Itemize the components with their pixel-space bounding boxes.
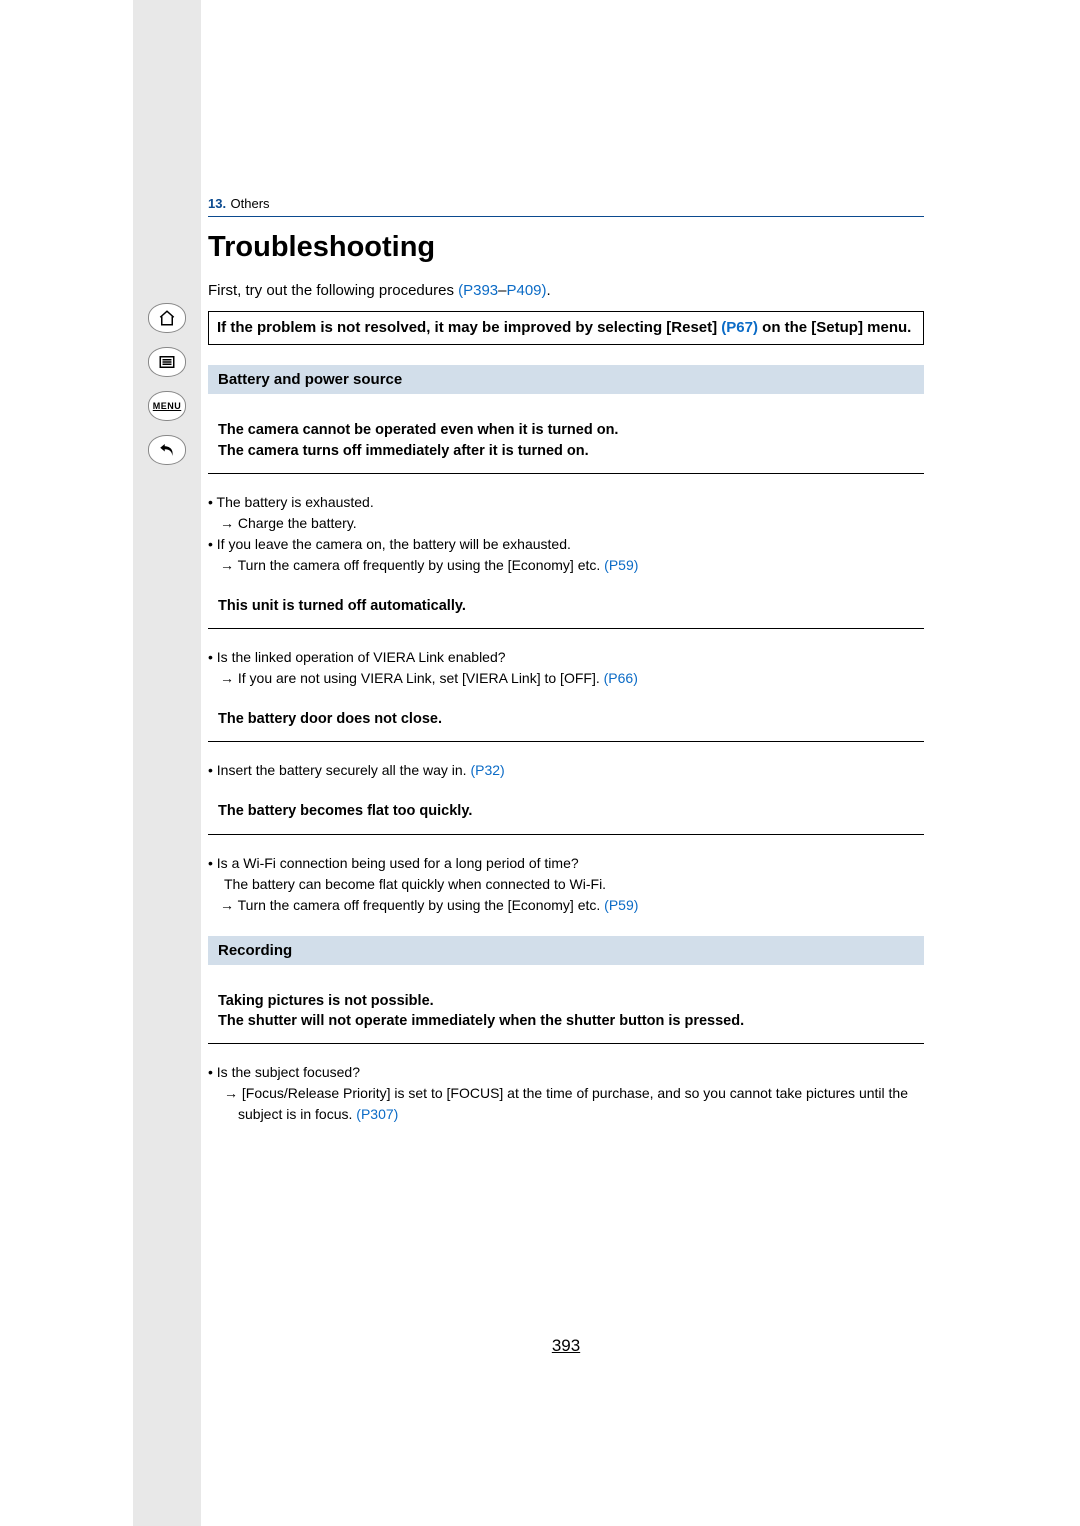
problem-line: The shutter will not operate immediately… xyxy=(218,1011,914,1031)
bullet-prefix: • Insert the battery securely all the wa… xyxy=(208,762,470,778)
arrow-text: → Charge the battery. xyxy=(208,513,924,534)
reset-note: If the problem is not resolved, it may b… xyxy=(208,311,924,345)
note-part2: on the [Setup] menu. xyxy=(758,319,911,336)
problem-line: The camera cannot be operated even when … xyxy=(218,420,914,440)
link-p307[interactable]: (P307) xyxy=(356,1106,398,1122)
intro-prefix: First, try out the following procedures xyxy=(208,282,458,299)
divider xyxy=(208,741,924,742)
arrow-text: → Turn the camera off frequently by usin… xyxy=(208,895,924,916)
problem-battery-door: The battery door does not close. xyxy=(218,709,914,729)
link-p67[interactable]: (P67) xyxy=(721,319,758,336)
toc-icon[interactable] xyxy=(148,347,186,377)
problem-line: The battery becomes flat too quickly. xyxy=(218,801,914,821)
section-recording: Recording xyxy=(208,936,924,965)
section-battery: Battery and power source xyxy=(208,365,924,394)
page-number: 393 xyxy=(208,1336,924,1356)
divider xyxy=(208,1043,924,1044)
note-part1: If the problem is not resolved, it may b… xyxy=(217,319,721,336)
arrow-prefix: → Turn the camera off frequently by usin… xyxy=(220,897,604,913)
answer-block: • The battery is exhausted. → Charge the… xyxy=(208,492,924,576)
divider xyxy=(208,834,924,835)
link-p409[interactable]: P409) xyxy=(506,282,546,299)
arrow-text: → Turn the camera off frequently by usin… xyxy=(208,555,924,576)
link-p393[interactable]: (P393 xyxy=(458,282,498,299)
problem-battery-flat: The battery becomes flat too quickly. xyxy=(218,801,914,821)
intro-suffix: . xyxy=(547,282,551,299)
menu-label: MENU xyxy=(153,401,182,411)
sidebar-nav: MENU xyxy=(148,303,186,465)
problem-taking-pictures: Taking pictures is not possible. The shu… xyxy=(218,991,914,1032)
bullet-text: • Is the linked operation of VIERA Link … xyxy=(208,647,924,668)
problem-line: The battery door does not close. xyxy=(218,709,914,729)
bullet-text: • Is the subject focused? xyxy=(208,1062,924,1083)
intro-text: First, try out the following procedures … xyxy=(208,282,924,299)
bullet-text: • If you leave the camera on, the batter… xyxy=(208,534,924,555)
problem-off-automatically: This unit is turned off automatically. xyxy=(218,596,914,616)
home-icon[interactable] xyxy=(148,303,186,333)
problem-line: This unit is turned off automatically. xyxy=(218,596,914,616)
arrow-text: → [Focus/Release Priority] is set to [FO… xyxy=(208,1083,924,1125)
problem-line: Taking pictures is not possible. xyxy=(218,991,914,1011)
sidebar xyxy=(133,0,201,1526)
link-p66[interactable]: (P66) xyxy=(604,670,638,686)
answer-block: • Is the linked operation of VIERA Link … xyxy=(208,647,924,689)
menu-icon[interactable]: MENU xyxy=(148,391,186,421)
answer-block: • Is a Wi-Fi connection being used for a… xyxy=(208,853,924,916)
problem-line: The camera turns off immediately after i… xyxy=(218,441,914,461)
sub-text: The battery can become flat quickly when… xyxy=(208,874,924,895)
chapter-title: Others xyxy=(231,196,270,211)
chapter-number: 13. xyxy=(208,196,226,211)
link-p59-2[interactable]: (P59) xyxy=(604,897,638,913)
link-p32[interactable]: (P32) xyxy=(470,762,504,778)
page-title: Troubleshooting xyxy=(208,231,924,264)
answer-block: • Is the subject focused? → [Focus/Relea… xyxy=(208,1062,924,1125)
bullet-text: • Insert the battery securely all the wa… xyxy=(208,760,924,781)
chapter-header: 13. Others xyxy=(208,195,924,217)
back-icon[interactable] xyxy=(148,435,186,465)
arrow-prefix: → If you are not using VIERA Link, set [… xyxy=(220,670,604,686)
arrow-text: → If you are not using VIERA Link, set [… xyxy=(208,668,924,689)
problem-camera-not-operated: The camera cannot be operated even when … xyxy=(218,420,914,461)
divider xyxy=(208,473,924,474)
bullet-text: • Is a Wi-Fi connection being used for a… xyxy=(208,853,924,874)
arrow-prefix: → [Focus/Release Priority] is set to [FO… xyxy=(224,1085,908,1122)
page-content: 13. Others Troubleshooting First, try ou… xyxy=(208,195,924,1145)
answer-block: • Insert the battery securely all the wa… xyxy=(208,760,924,781)
divider xyxy=(208,628,924,629)
bullet-text: • The battery is exhausted. xyxy=(208,492,924,513)
arrow-prefix: → Turn the camera off frequently by usin… xyxy=(220,557,604,573)
link-p59[interactable]: (P59) xyxy=(604,557,638,573)
